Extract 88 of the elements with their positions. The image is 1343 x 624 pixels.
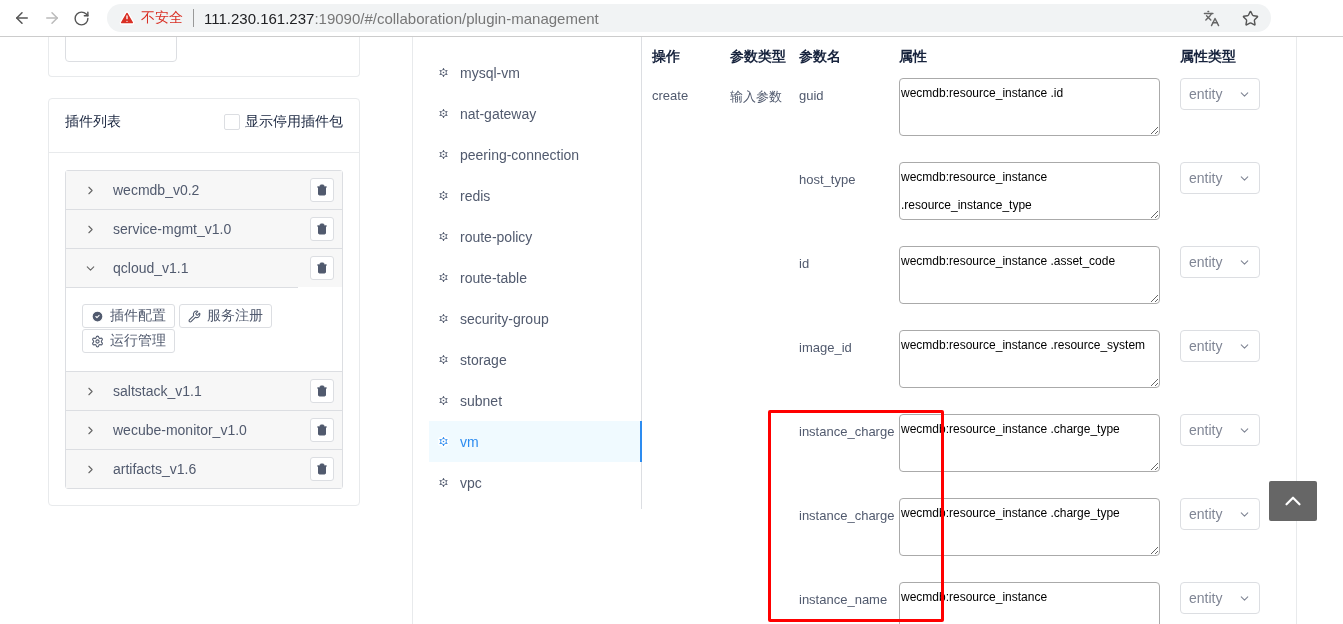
gear-icon — [437, 148, 450, 161]
delete-button[interactable] — [310, 457, 334, 481]
param-name: guid — [799, 88, 824, 103]
resource-menu-item[interactable]: nat-gateway — [429, 93, 642, 134]
column-header: 参数类型 — [730, 47, 787, 66]
param-name: instance_charge — [799, 508, 895, 523]
check-circle-icon — [91, 309, 104, 323]
gear-icon — [437, 271, 450, 284]
gear-icon — [437, 476, 450, 489]
arrow-right-icon — [43, 9, 61, 27]
trash-icon — [316, 184, 328, 196]
gear-icon — [437, 189, 450, 202]
plugin-row[interactable]: artifacts_v1.6 — [66, 449, 342, 488]
column-header: 属性类型 — [1180, 47, 1237, 66]
translate-icon[interactable] — [1203, 9, 1220, 27]
trash-icon — [316, 223, 328, 235]
attribute-type-select[interactable]: entity — [1180, 414, 1260, 446]
plugin-name: artifacts_v1.6 — [113, 461, 198, 477]
param-type-text: 输入参数 — [730, 89, 782, 104]
param-name: id — [799, 256, 810, 271]
card-title: 插件列表 — [65, 113, 122, 131]
gear-icon — [437, 435, 450, 448]
action-button[interactable]: 服务注册 — [179, 304, 272, 328]
gear-icon — [437, 107, 450, 120]
column-header: 参数名 — [799, 47, 842, 66]
checkbox-label: 显示停用插件包 — [245, 113, 343, 131]
gear-icon — [91, 334, 104, 348]
param-name: instance_charge — [799, 424, 895, 439]
param-name: image_id — [799, 340, 852, 355]
gear-icon — [437, 66, 450, 79]
reload-icon — [73, 9, 90, 27]
gear-icon — [437, 353, 450, 366]
attribute-type-select[interactable]: entity — [1180, 330, 1260, 362]
resource-menu-item[interactable]: storage — [429, 339, 642, 380]
delete-button[interactable] — [310, 256, 334, 280]
plugin-row[interactable]: service-mgmt_v1.0 — [66, 209, 342, 248]
delete-button[interactable] — [310, 418, 334, 442]
resource-menu-item[interactable]: mysql-vm — [429, 52, 642, 93]
wrench-icon — [188, 309, 201, 323]
warning-icon — [119, 10, 135, 26]
attribute-type-select[interactable]: entity — [1180, 162, 1260, 194]
plugin-name: qcloud_v1.1 — [113, 260, 190, 276]
plugin-name: saltstack_v1.1 — [113, 383, 203, 399]
attribute-field[interactable]: wecmdb:resource_instance .asset_code — [899, 246, 1160, 304]
resource-menu-item[interactable]: vpc — [429, 462, 642, 503]
gear-icon — [437, 230, 450, 243]
attribute-field[interactable]: wecmdb:resource_instance .resource_system — [899, 330, 1160, 388]
plugin-row[interactable]: qcloud_v1.1 — [66, 248, 342, 287]
trash-icon — [316, 385, 328, 397]
attribute-type-select[interactable]: entity — [1180, 246, 1260, 278]
security-label: 不安全 — [141, 9, 183, 27]
attribute-field[interactable]: wecmdb:resource_instance .resource_instance_type — [899, 162, 1160, 220]
delete-button[interactable] — [310, 379, 334, 403]
url-text: 111.230.161.237:19090/#/collaboration/plugin-management — [204, 9, 599, 27]
plugin-row[interactable]: wecmdb_v0.2 — [66, 171, 342, 209]
param-name: instance_name — [799, 592, 888, 607]
delete-button[interactable] — [310, 178, 334, 202]
scroll-top-button[interactable] — [1269, 481, 1317, 521]
trash-icon — [316, 463, 328, 475]
attribute-type-select[interactable]: entity — [1180, 78, 1260, 110]
resource-menu-item[interactable]: peering-connection — [429, 134, 642, 175]
trash-icon — [316, 262, 328, 274]
attribute-type-select[interactable]: entity — [1180, 498, 1260, 530]
action-button[interactable]: 运行管理 — [82, 329, 175, 353]
resource-menu-item[interactable]: security-group — [429, 298, 642, 339]
plugin-row[interactable]: saltstack_v1.1 — [66, 371, 342, 410]
checkbox[interactable] — [224, 114, 240, 130]
resource-menu-item[interactable]: route-table — [429, 257, 642, 298]
plugin-row[interactable]: wecube-monitor_v1.0 — [66, 410, 342, 449]
column-header: 操作 — [652, 47, 681, 66]
attribute-type-select[interactable]: entity — [1180, 582, 1260, 614]
plugin-name: wecube-monitor_v1.0 — [113, 422, 248, 438]
address-bar[interactable]: 不安全 111.230.161.237:19090/#/collaboration/plugin-management — [107, 4, 1271, 32]
resource-menu-item[interactable]: redis — [429, 175, 642, 216]
plugin-name: wecmdb_v0.2 — [113, 182, 201, 198]
bookmark-star-icon[interactable] — [1242, 9, 1259, 27]
gear-icon — [437, 312, 450, 325]
action-button[interactable]: 插件配置 — [82, 304, 175, 328]
param-name: host_type — [799, 172, 856, 187]
delete-button[interactable] — [310, 217, 334, 241]
trash-icon — [316, 424, 328, 436]
plugin-name: service-mgmt_v1.0 — [113, 221, 233, 237]
resource-menu-item[interactable]: subnet — [429, 380, 642, 421]
resource-menu-item[interactable]: route-policy — [429, 216, 642, 257]
operation-text: create — [652, 88, 689, 103]
attribute-field[interactable]: wecmdb:resource_instance .id — [899, 78, 1160, 136]
gear-icon — [437, 394, 450, 407]
column-header: 属性 — [899, 47, 928, 66]
